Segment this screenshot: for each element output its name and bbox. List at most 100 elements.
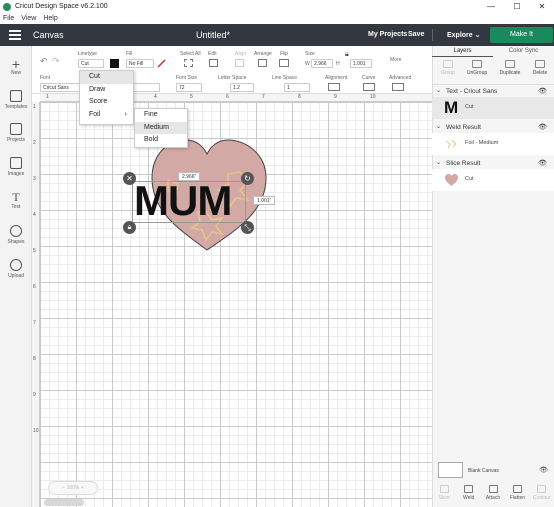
blank-canvas-swatch[interactable]	[438, 462, 463, 478]
linetype-option-draw[interactable]: Draw	[80, 84, 133, 97]
edit-icon[interactable]	[209, 59, 218, 67]
sidebar-projects[interactable]: Projects	[0, 123, 32, 143]
sidebar-new[interactable]: + New	[0, 57, 32, 76]
sidebar-shapes-label: Shapes	[7, 239, 25, 245]
font-size-input[interactable]: 72	[176, 83, 202, 92]
duplicate-button[interactable]: Duplicate	[496, 60, 524, 76]
zoom-control[interactable]: − 100% +	[48, 481, 98, 495]
layer-group-weld[interactable]: ⌄ Weld Result 👁︎ Foil - Medium	[432, 122, 554, 155]
lock-proportions-icon[interactable]: 🔒︎	[345, 51, 349, 59]
sidebar-upload[interactable]: Upload	[0, 259, 32, 279]
hamburger-menu-icon[interactable]	[9, 30, 21, 40]
mum-text[interactable]: MUM	[134, 178, 232, 224]
weld-button[interactable]: Weld	[456, 482, 480, 507]
foil-option-medium[interactable]: Medium	[135, 121, 187, 134]
foil-label: Foil	[89, 110, 101, 118]
maximize-button[interactable]: ☐	[504, 0, 530, 13]
zoom-level: 100%	[66, 485, 80, 491]
width-readout: 2.966"	[178, 172, 201, 181]
menu-view[interactable]: View	[21, 13, 36, 24]
attach-button[interactable]: Attach	[481, 482, 505, 507]
delete-handle-icon[interactable]: ✕	[123, 172, 136, 185]
eye-icon[interactable]: 👁︎	[538, 86, 547, 97]
ruler-top-number: 1	[46, 94, 49, 100]
ungroup-button[interactable]: UnGroup	[463, 60, 491, 76]
more-button[interactable]: More	[390, 57, 401, 63]
fill-select[interactable]: No Fill	[126, 59, 154, 68]
shapes-icon	[10, 225, 22, 237]
sidebar-text[interactable]: T Text	[0, 191, 32, 211]
layer-row-label: Cut	[465, 176, 474, 182]
select-all-icon[interactable]	[184, 59, 193, 67]
no-fill-icon[interactable]	[157, 59, 166, 68]
close-window-button[interactable]: ✕	[529, 0, 554, 13]
layer-group-slice[interactable]: ⌄ Slice Result 👁︎ Cut	[432, 158, 554, 191]
blank-canvas-row[interactable]: Blank Canvas 👁︎	[432, 458, 554, 482]
linetype-dropdown: Cut Draw Score Foil ›	[79, 70, 134, 125]
flatten-button[interactable]: Flatten	[505, 482, 529, 507]
tab-color-sync[interactable]: Color Sync	[493, 46, 554, 57]
delete-button[interactable]: Delete	[526, 60, 554, 76]
group-button[interactable]: Group	[434, 60, 462, 76]
linetype-option-score[interactable]: Score	[80, 96, 133, 109]
sidebar-templates[interactable]: Templates	[0, 90, 32, 110]
my-projects-link[interactable]: My Projects	[368, 31, 407, 38]
sidebar-shapes[interactable]: Shapes	[0, 225, 32, 245]
letter-space-input[interactable]: 1.2	[230, 83, 254, 92]
size-label: Size	[305, 51, 315, 57]
resize-handle-icon[interactable]: ⤡	[241, 221, 254, 234]
foil-option-bold[interactable]: Bold	[135, 134, 187, 147]
weld-icon	[464, 485, 474, 493]
align-icon[interactable]	[235, 59, 244, 67]
ruler-top-number: 9	[334, 94, 337, 100]
horizontal-scrollbar[interactable]	[44, 499, 84, 506]
arrange-icon[interactable]	[258, 59, 267, 67]
sidebar-images[interactable]: Images	[0, 157, 32, 177]
layer-group-text[interactable]: ⌄ Text - Cricut Sans 👁︎ M Cut	[432, 86, 554, 119]
linetype-option-foil[interactable]: Foil ›	[80, 109, 133, 122]
canvas-label: Canvas	[33, 30, 64, 40]
foil-option-fine[interactable]: Fine	[135, 109, 187, 122]
linetype-option-cut[interactable]: Cut	[80, 71, 133, 84]
make-it-button[interactable]: Make It	[490, 27, 553, 43]
save-button[interactable]: Save	[408, 31, 424, 38]
menu-file[interactable]: File	[3, 13, 14, 24]
height-input[interactable]: 1.001	[350, 59, 372, 68]
chevron-down-icon[interactable]: ⌄	[436, 86, 441, 97]
flip-icon[interactable]	[279, 59, 289, 67]
layer-row[interactable]: Foil - Medium	[432, 133, 554, 155]
explore-button[interactable]: Explore ⌄	[447, 31, 481, 39]
minimize-button[interactable]: —	[478, 0, 504, 13]
alignment-icon[interactable]	[328, 83, 340, 91]
curve-icon[interactable]	[363, 83, 375, 91]
chevron-down-icon[interactable]: ⌄	[436, 122, 441, 133]
redo-icon[interactable]: ↷	[52, 56, 60, 67]
contour-button[interactable]: Contour	[530, 482, 554, 507]
eye-icon[interactable]: 👁︎	[538, 122, 547, 133]
undo-icon[interactable]: ↶	[40, 56, 48, 67]
width-input[interactable]: 2.966	[311, 59, 333, 68]
layer-row[interactable]: M Cut	[432, 97, 554, 119]
layer-row[interactable]: Cut	[432, 169, 554, 191]
zoom-out-icon[interactable]: −	[62, 485, 65, 491]
slice-button[interactable]: Slice	[432, 482, 456, 507]
tab-layers[interactable]: Layers	[432, 46, 493, 57]
ruler-left: 1 2 3 4 5 6 7 8 9 10	[32, 102, 40, 507]
attach-icon	[488, 485, 498, 493]
eye-hidden-icon[interactable]: 👁︎	[539, 466, 548, 474]
contour-icon	[537, 485, 547, 493]
lock-handle-icon[interactable]: 🔒︎	[123, 221, 136, 234]
linetype-color-swatch[interactable]	[110, 59, 119, 68]
chevron-down-icon[interactable]: ⌄	[436, 158, 441, 169]
line-space-input[interactable]: 1	[284, 83, 310, 92]
advanced-icon[interactable]	[392, 83, 404, 91]
rotate-handle-icon[interactable]: ↻	[241, 172, 254, 185]
left-sidebar: + New Templates Projects Images T Text S…	[0, 46, 32, 507]
height-readout: 1.001"	[253, 196, 276, 205]
menu-help[interactable]: Help	[43, 13, 57, 24]
ungroup-label: UnGroup	[466, 70, 488, 76]
eye-icon[interactable]: 👁︎	[538, 158, 547, 169]
zoom-in-icon[interactable]: +	[81, 485, 84, 491]
select-all-label: Select All	[180, 51, 201, 57]
linetype-select[interactable]: Cut	[78, 59, 104, 68]
